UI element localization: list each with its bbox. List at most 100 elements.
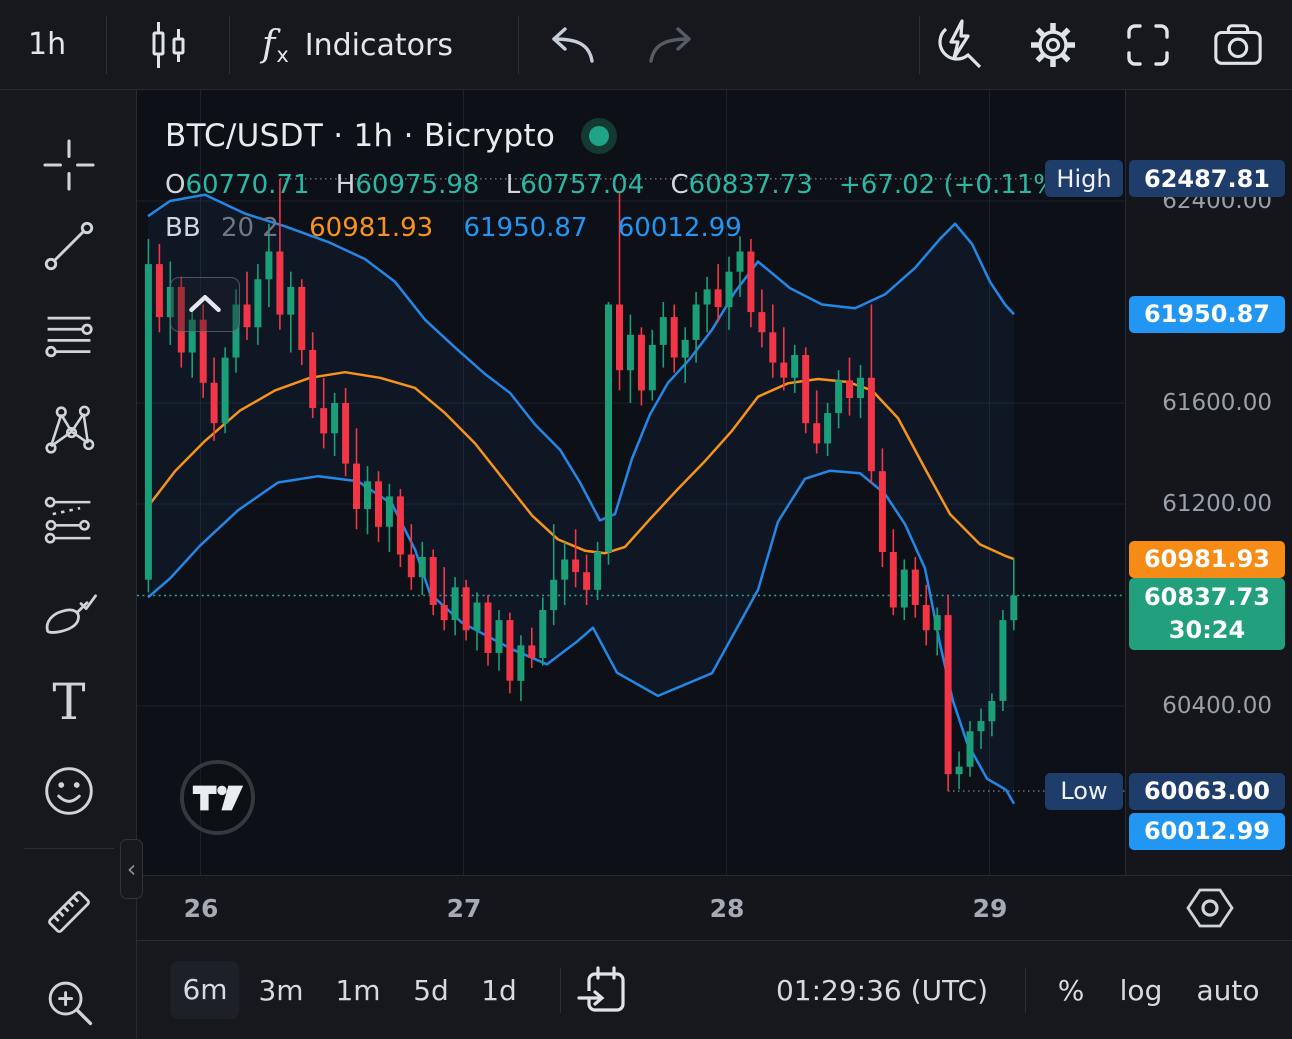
top-toolbar: 1h fx Indicators [0, 0, 1292, 90]
open-value: 60770.71 [185, 170, 309, 200]
sidebar-divider [24, 848, 114, 849]
tool-trend-line[interactable] [37, 214, 101, 278]
settings-gear-icon [1027, 19, 1079, 71]
time-tick-28: 28 [710, 876, 745, 941]
bottombar-separator [1025, 968, 1026, 1013]
quick-search-button[interactable] [932, 19, 984, 71]
tradingview-logo-icon [179, 759, 256, 836]
axis-unit-button[interactable] [1185, 885, 1235, 931]
tool-text[interactable]: T [37, 669, 101, 733]
interval-button[interactable]: 1h [28, 0, 66, 90]
low-label: Low [1045, 773, 1123, 810]
tool-emoji[interactable] [37, 759, 101, 823]
bb-basis-badge: 60981.93 [1129, 541, 1285, 578]
high-label: High [1045, 160, 1123, 197]
tool-fib-retracement[interactable] [37, 305, 101, 369]
indicator-legend-row[interactable]: BB 20 2 60981.93 61950.87 60012.99 [165, 213, 1068, 243]
time-tick-26: 26 [184, 876, 219, 941]
camera-snapshot-icon [1212, 20, 1264, 70]
price-tick-2: 61200.00 [1162, 490, 1272, 518]
tool-xabcd-pattern[interactable] [37, 398, 101, 462]
percent-scale-button[interactable]: % [1058, 941, 1085, 1039]
legend-collapse-button[interactable] [170, 277, 240, 332]
undo-icon [549, 19, 599, 71]
price-axis[interactable]: 62400.00 61600.00 61200.00 60400.00 6248… [1125, 90, 1292, 875]
ruler-icon [39, 882, 99, 942]
time-tick-27: 27 [447, 876, 482, 941]
range-6m-button[interactable]: 6m [170, 961, 239, 1019]
last-price-value: 60837.73 [1144, 581, 1270, 614]
chart-legend: BTC/USDT · 1h · Bicrypto O60770.71 H6097… [165, 118, 1068, 243]
tool-ruler[interactable] [37, 880, 101, 944]
zoom-in-icon [39, 972, 99, 1032]
price-tick-1: 61600.00 [1162, 389, 1272, 417]
sidebar-collapse-tab[interactable]: ‹ [120, 839, 143, 899]
last-price-badge: 60837.73 30:24 [1129, 578, 1285, 650]
redo-icon [644, 19, 694, 71]
toolbar-separator [229, 16, 230, 74]
change-value: +67.02 (+0.11%) [839, 170, 1068, 200]
bb-lower-value: 60012.99 [618, 213, 742, 243]
range-5d-button[interactable]: 5d [413, 941, 449, 1039]
indicators-button[interactable]: fx Indicators [262, 0, 453, 90]
go-to-date-button[interactable] [577, 965, 629, 1017]
time-axis[interactable]: 26 27 28 29 [137, 875, 1292, 940]
toolbar-separator [518, 16, 519, 74]
projection-lines-icon [39, 491, 99, 551]
emoji-smiley-icon [39, 761, 99, 821]
clock-utc[interactable]: 01:29:36 (UTC) [776, 941, 988, 1039]
chevron-left-icon: ‹ [127, 855, 137, 883]
high-value: 60975.98 [355, 170, 479, 200]
tool-brush[interactable] [37, 581, 101, 645]
bar-countdown: 30:24 [1169, 614, 1245, 647]
price-tick-3: 60400.00 [1162, 692, 1272, 720]
bb-basis-value: 60981.93 [309, 213, 433, 243]
crosshair-icon [39, 135, 99, 195]
chevron-up-icon [171, 277, 239, 332]
bottombar-separator [560, 968, 561, 1013]
xabcd-pattern-icon [39, 400, 99, 460]
indicators-label: Indicators [305, 28, 453, 63]
range-1d-button[interactable]: 1d [481, 941, 517, 1039]
fib-retracement-icon [39, 307, 99, 367]
redo-button[interactable] [643, 19, 695, 71]
symbol-title[interactable]: BTC/USDT · 1h · Bicrypto [165, 118, 555, 154]
fullscreen-button[interactable] [1122, 19, 1174, 71]
go-to-date-icon [577, 965, 629, 1017]
bb-upper-badge: 61950.87 [1129, 296, 1285, 333]
candlestick-style-icon [147, 20, 191, 70]
session-high-badge: 62487.81 [1129, 160, 1285, 197]
session-low-badge: 60063.00 [1129, 773, 1285, 810]
brush-icon [39, 583, 99, 643]
tool-projection[interactable] [37, 489, 101, 553]
toolbar-separator [919, 16, 920, 74]
chart-pane[interactable]: BTC/USDT · 1h · Bicrypto O60770.71 H6097… [137, 90, 1125, 875]
undo-button[interactable] [548, 19, 600, 71]
tool-crosshair[interactable] [37, 133, 101, 197]
log-scale-button[interactable]: log [1120, 941, 1163, 1039]
auto-scale-button[interactable]: auto [1196, 941, 1259, 1039]
tool-zoom-in[interactable] [37, 970, 101, 1034]
fx-icon: fx [262, 24, 289, 67]
ohlc-row: O60770.71 H60975.98 L60757.04 C60837.73 … [165, 170, 1068, 200]
tradingview-logo[interactable] [179, 759, 256, 836]
svg-text:T: T [52, 673, 85, 731]
snapshot-button[interactable] [1212, 19, 1264, 71]
text-tool-icon: T [39, 671, 99, 731]
range-1m-button[interactable]: 1m [335, 941, 380, 1039]
indicator-params: 20 2 [221, 213, 279, 243]
market-status-indicator [581, 118, 617, 154]
settings-button[interactable] [1027, 19, 1079, 71]
trading-chart-app: 1h fx Indicators [0, 0, 1292, 1039]
drawing-toolbar: T ‹ [0, 90, 137, 1039]
hexagon-icon [1185, 885, 1235, 931]
toolbar-separator [106, 16, 107, 74]
time-tick-29: 29 [973, 876, 1008, 941]
bb-upper-value: 61950.87 [463, 213, 587, 243]
range-3m-button[interactable]: 3m [258, 941, 303, 1039]
status-dot-icon [589, 126, 609, 146]
bottom-toolbar: 6m 3m 1m 5d 1d 01:29:36 (UTC) % log auto [137, 940, 1292, 1039]
close-value: 60837.73 [689, 170, 813, 200]
candlestick-style-button[interactable] [143, 19, 195, 71]
bb-lower-badge: 60012.99 [1129, 813, 1285, 850]
